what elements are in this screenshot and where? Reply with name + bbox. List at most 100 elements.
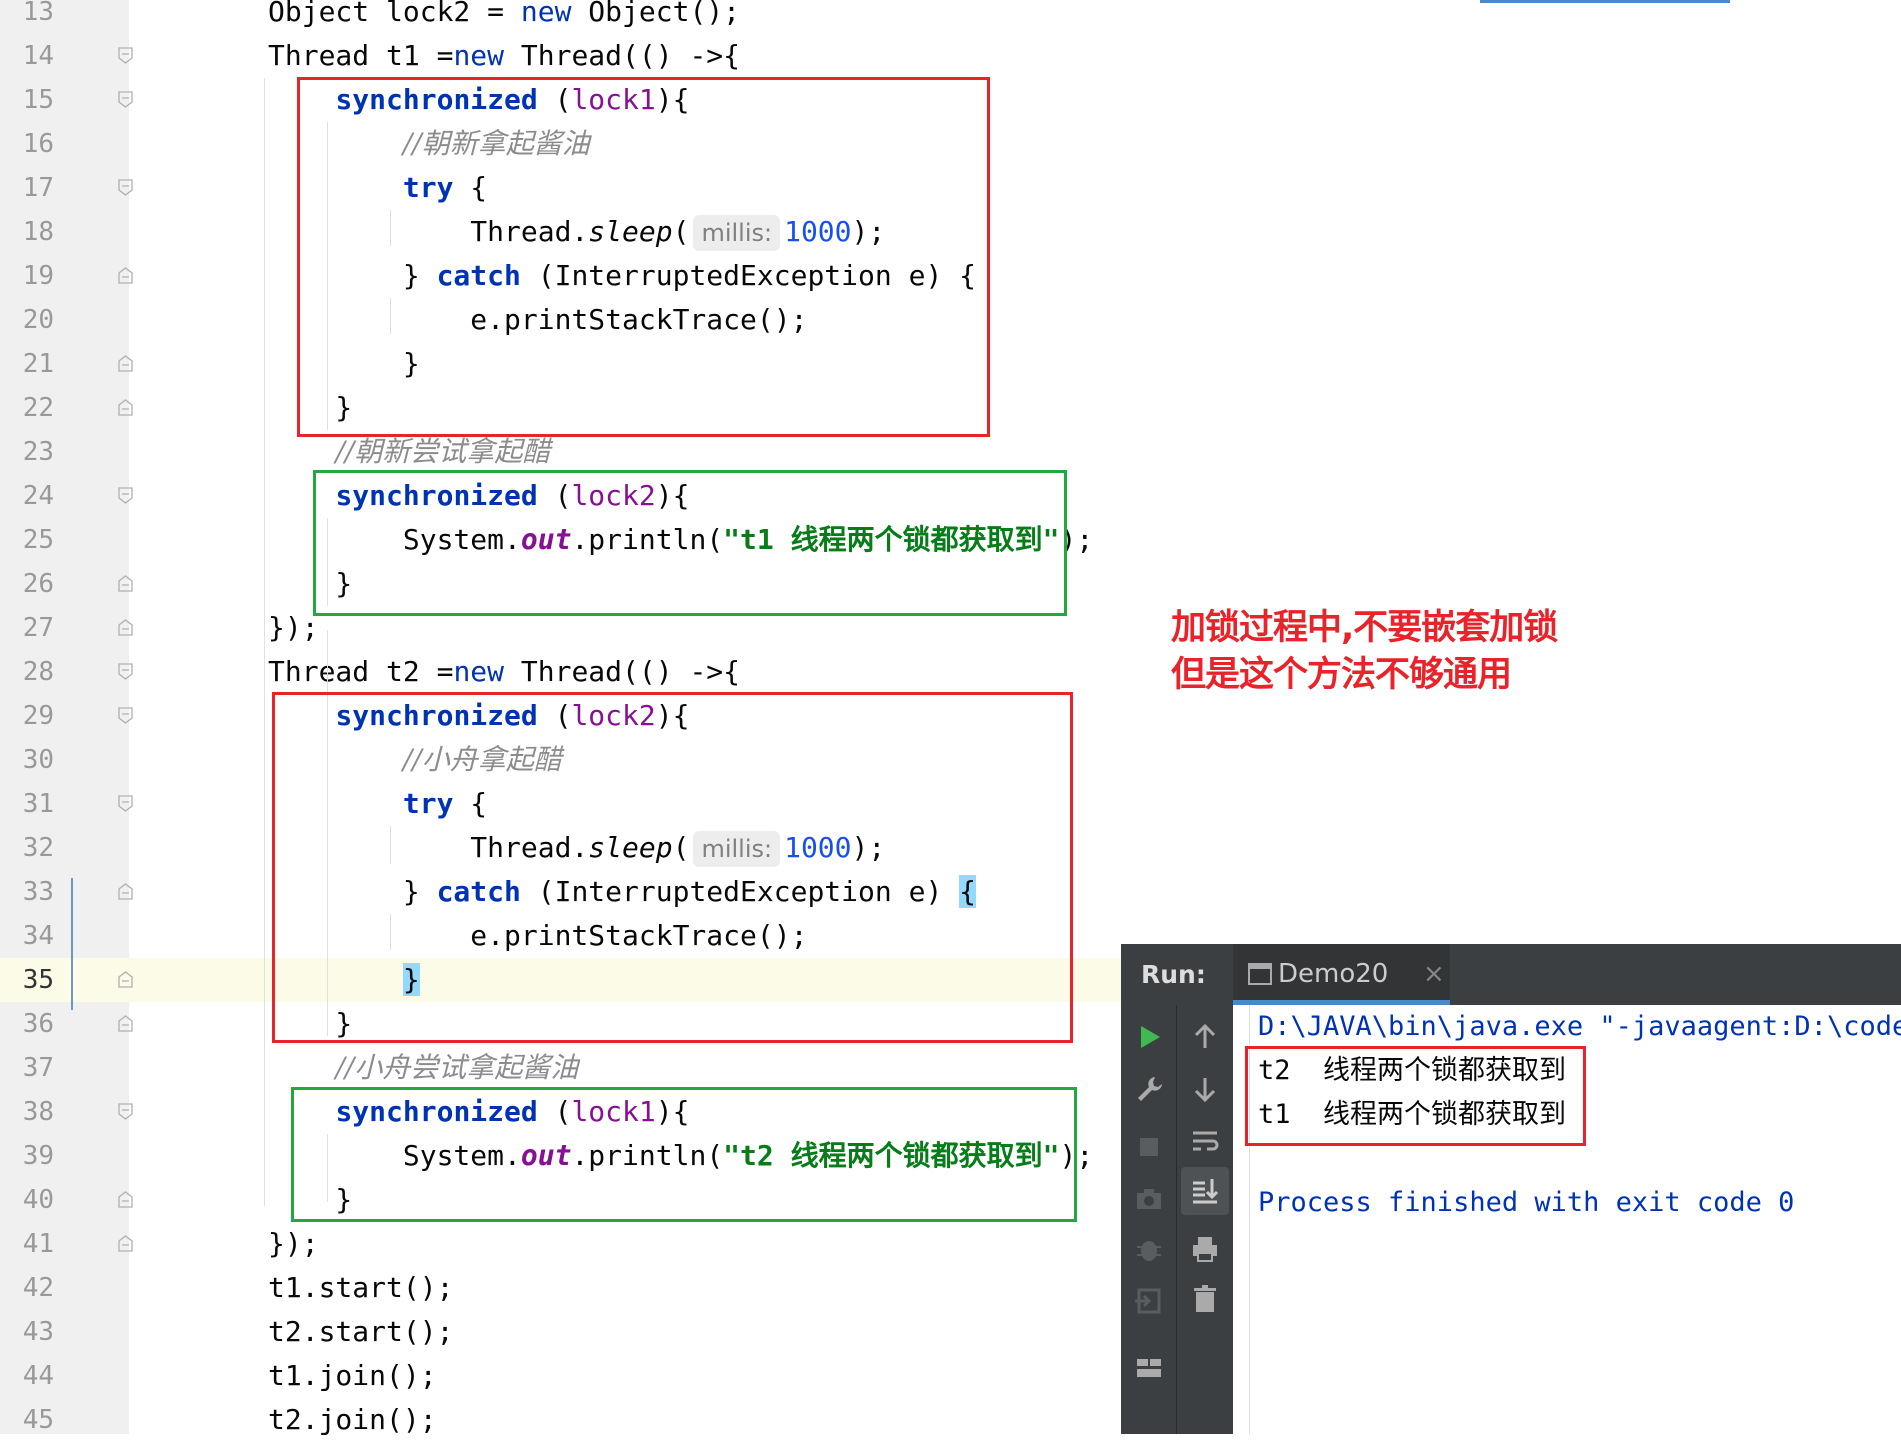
code-line[interactable]: 21 } <box>0 342 1901 386</box>
fold-open-icon[interactable] <box>118 47 133 64</box>
indent-guide <box>264 78 265 1206</box>
code-line[interactable]: 15 synchronized (lock1){ <box>0 78 1901 122</box>
code-text[interactable]: System.out.println("t1 线程两个锁都获取到"); <box>268 518 1093 562</box>
debug-bug-icon[interactable] <box>1133 1233 1165 1265</box>
run-tool-window[interactable]: Run: Demo20 × D:\JAVA\bin\java.exe "-jav… <box>1121 944 1901 1434</box>
code-line[interactable]: 31 try { <box>0 782 1901 826</box>
code-text[interactable]: try { <box>268 166 487 210</box>
code-line[interactable]: 23 //朝新尝试拿起醋 <box>0 430 1901 474</box>
code-line[interactable]: 26 } <box>0 562 1901 606</box>
code-text[interactable]: } <box>268 1178 352 1222</box>
soft-wrap-icon[interactable] <box>1189 1125 1221 1157</box>
arrow-down-icon[interactable] <box>1189 1073 1221 1105</box>
print-icon[interactable] <box>1189 1233 1221 1265</box>
code-text[interactable]: } <box>268 342 420 386</box>
code-line[interactable]: 18 Thread.sleep(millis: 1000); <box>0 210 1901 254</box>
code-text[interactable]: } catch (InterruptedException e) { <box>268 254 976 298</box>
stop-icon[interactable] <box>1133 1131 1165 1163</box>
code-line[interactable]: 29 synchronized (lock2){ <box>0 694 1901 738</box>
code-text[interactable]: e.printStackTrace(); <box>268 298 807 342</box>
code-text[interactable]: Thread.sleep(millis: 1000); <box>268 210 885 254</box>
code-text[interactable]: //小舟拿起醋 <box>268 738 562 782</box>
fold-close-icon[interactable] <box>118 575 133 592</box>
code-line[interactable]: 25 System.out.println("t1 线程两个锁都获取到"); <box>0 518 1901 562</box>
fold-close-icon[interactable] <box>118 1235 133 1252</box>
fold-close-icon[interactable] <box>118 619 133 636</box>
code-text[interactable]: try { <box>268 782 487 826</box>
line-number: 26 <box>22 569 54 599</box>
code-text[interactable]: }); <box>268 606 319 650</box>
code-line[interactable]: 33 } catch (InterruptedException e) { <box>0 870 1901 914</box>
code-text[interactable]: } <box>268 1002 352 1046</box>
code-line[interactable]: 32 Thread.sleep(millis: 1000); <box>0 826 1901 870</box>
code-line[interactable]: 19 } catch (InterruptedException e) { <box>0 254 1901 298</box>
scroll-to-end-button[interactable] <box>1181 1167 1229 1215</box>
code-line[interactable]: 14 Thread t1 =new Thread(() ->{ <box>0 34 1901 78</box>
wrench-icon[interactable] <box>1133 1073 1165 1105</box>
code-text[interactable]: Thread.sleep(millis: 1000); <box>268 826 885 870</box>
exit-icon[interactable] <box>1133 1285 1165 1317</box>
line-number: 19 <box>22 261 54 291</box>
fold-close-icon[interactable] <box>118 971 133 988</box>
fold-open-icon[interactable] <box>118 487 133 504</box>
code-text[interactable]: //小舟尝试拿起酱油 <box>268 1046 578 1090</box>
run-tab-demo20[interactable]: Demo20 × <box>1233 944 1450 1005</box>
fold-open-icon[interactable] <box>118 795 133 812</box>
fold-close-icon[interactable] <box>118 1191 133 1208</box>
fold-open-icon[interactable] <box>118 707 133 724</box>
arrow-up-icon[interactable] <box>1189 1021 1221 1053</box>
line-number: 31 <box>22 789 54 819</box>
fold-open-icon[interactable] <box>118 1103 133 1120</box>
line-number: 32 <box>22 833 54 863</box>
fold-close-icon[interactable] <box>118 267 133 284</box>
code-line[interactable]: 16 //朝新拿起酱油 <box>0 122 1901 166</box>
code-text[interactable]: e.printStackTrace(); <box>268 914 807 958</box>
code-text[interactable]: //朝新尝试拿起醋 <box>268 430 550 474</box>
line-number: 25 <box>22 525 54 555</box>
console-output[interactable]: D:\JAVA\bin\java.exe "-javaagent:D:\code… <box>1258 1005 1901 1434</box>
code-text[interactable]: synchronized (lock1){ <box>268 1090 689 1134</box>
trash-icon[interactable] <box>1189 1283 1221 1315</box>
code-text[interactable]: synchronized (lock1){ <box>268 78 689 122</box>
code-text[interactable]: t1.start(); <box>268 1266 453 1310</box>
code-text[interactable]: System.out.println("t2 线程两个锁都获取到"); <box>268 1134 1093 1178</box>
code-text[interactable]: }); <box>268 1222 319 1266</box>
code-text[interactable]: } <box>268 562 352 606</box>
fold-open-icon[interactable] <box>118 91 133 108</box>
line-number: 43 <box>22 1317 54 1347</box>
change-marker <box>71 878 73 1010</box>
code-text[interactable]: synchronized (lock2){ <box>268 474 689 518</box>
run-icon[interactable] <box>1133 1021 1165 1053</box>
fold-close-icon[interactable] <box>118 399 133 416</box>
indent-guide <box>327 122 328 430</box>
camera-icon[interactable] <box>1133 1183 1165 1215</box>
code-line[interactable]: 20 e.printStackTrace(); <box>0 298 1901 342</box>
fold-open-icon[interactable] <box>118 663 133 680</box>
code-text[interactable]: } <box>268 958 420 1002</box>
fold-open-icon[interactable] <box>118 179 133 196</box>
layout-icon[interactable] <box>1133 1352 1165 1384</box>
code-text[interactable]: t2.join(); <box>268 1398 437 1442</box>
line-number: 35 <box>22 965 54 995</box>
code-line[interactable]: 24 synchronized (lock2){ <box>0 474 1901 518</box>
code-text[interactable]: } catch (InterruptedException e) { <box>268 870 977 914</box>
code-text[interactable]: Thread t1 =new Thread(() ->{ <box>268 34 740 78</box>
code-text[interactable]: Thread t2 =new Thread(() ->{ <box>268 650 740 694</box>
code-line[interactable]: 22 } <box>0 386 1901 430</box>
code-text[interactable]: //朝新拿起酱油 <box>268 122 590 166</box>
line-number: 34 <box>22 921 54 951</box>
code-text[interactable]: } <box>268 386 352 430</box>
code-text[interactable]: t1.join(); <box>268 1354 437 1398</box>
close-icon[interactable]: × <box>1423 944 1445 1005</box>
fold-close-icon[interactable] <box>118 355 133 372</box>
fold-close-icon[interactable] <box>118 1015 133 1032</box>
code-line[interactable]: 17 try { <box>0 166 1901 210</box>
code-line[interactable]: 13 Object lock2 = new Object(); <box>0 0 1901 34</box>
line-number: 20 <box>22 305 54 335</box>
fold-close-icon[interactable] <box>118 883 133 900</box>
line-number: 29 <box>22 701 54 731</box>
code-text[interactable]: synchronized (lock2){ <box>268 694 689 738</box>
code-text[interactable]: Object lock2 = new Object(); <box>268 0 740 34</box>
code-line[interactable]: 30 //小舟拿起醋 <box>0 738 1901 782</box>
code-text[interactable]: t2.start(); <box>268 1310 453 1354</box>
